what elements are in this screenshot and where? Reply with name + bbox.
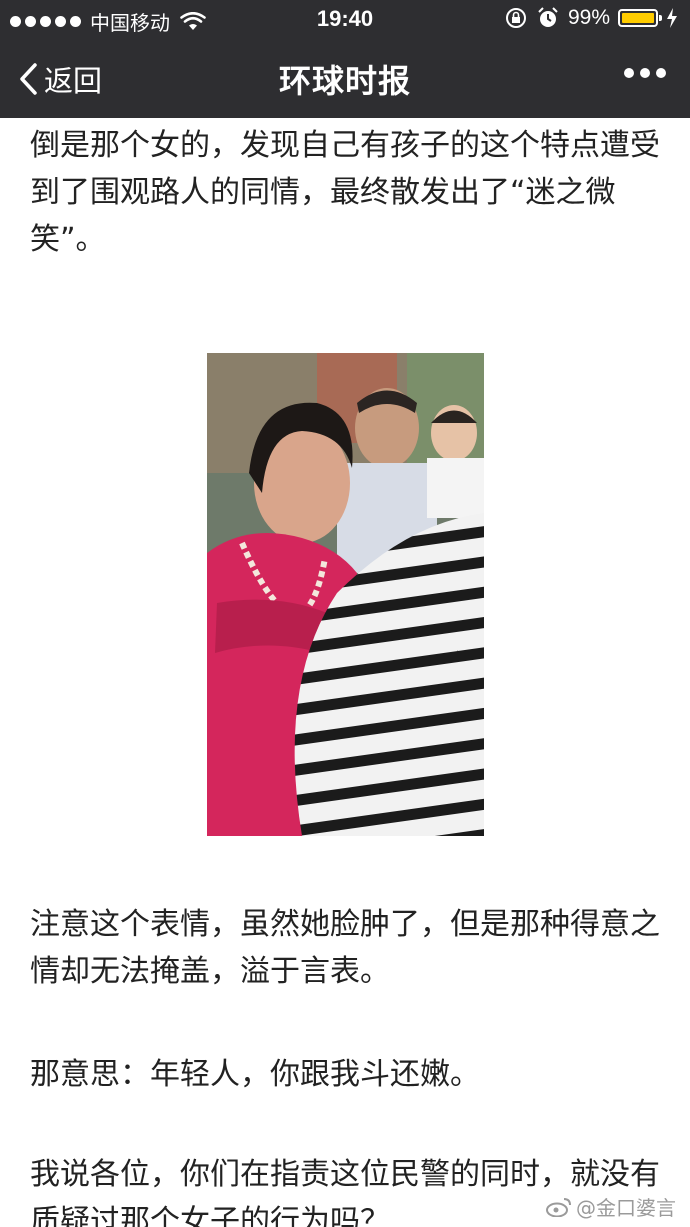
battery-icon (618, 9, 662, 27)
article-paragraph: 倒是那个女的，发现自己有孩子的这个特点遭受到了围观路人的同情，最终散发出了“迷之… (30, 128, 660, 257)
weibo-icon (546, 1197, 571, 1217)
photo-crowd-image (207, 353, 484, 836)
orientation-lock-icon (505, 8, 526, 28)
article-paragraph: 那意思：年轻人，你跟我斗还嫩。 (30, 1057, 480, 1092)
back-button[interactable]: 返回 (18, 58, 102, 100)
article-body: 倒是那个女的，发现自己有孩子的这个特点遭受到了围观路人的同情，最终散发出了“迷之… (0, 118, 690, 1227)
article-photo[interactable] (207, 353, 484, 836)
back-label: 返回 (44, 64, 103, 98)
battery-fill (622, 13, 654, 23)
charging-icon (667, 8, 677, 28)
article-paragraph: 注意这个表情，虽然她脸肿了，但是那种得意之情却无法掩盖，溢于言表。 (30, 907, 660, 989)
alarm-icon (538, 7, 558, 27)
nav-bar: 返回 环球时报 (0, 38, 690, 118)
watermark-text: @金口婆言 (576, 1196, 676, 1220)
weibo-watermark: @金口婆言 (546, 1192, 676, 1221)
chevron-left-icon (20, 63, 37, 95)
more-menu-button[interactable] (624, 68, 666, 78)
status-bar: 中国移动 19:40 99% (0, 0, 690, 38)
battery-percent: 99% (567, 6, 610, 29)
page-title: 环球时报 (278, 62, 411, 100)
